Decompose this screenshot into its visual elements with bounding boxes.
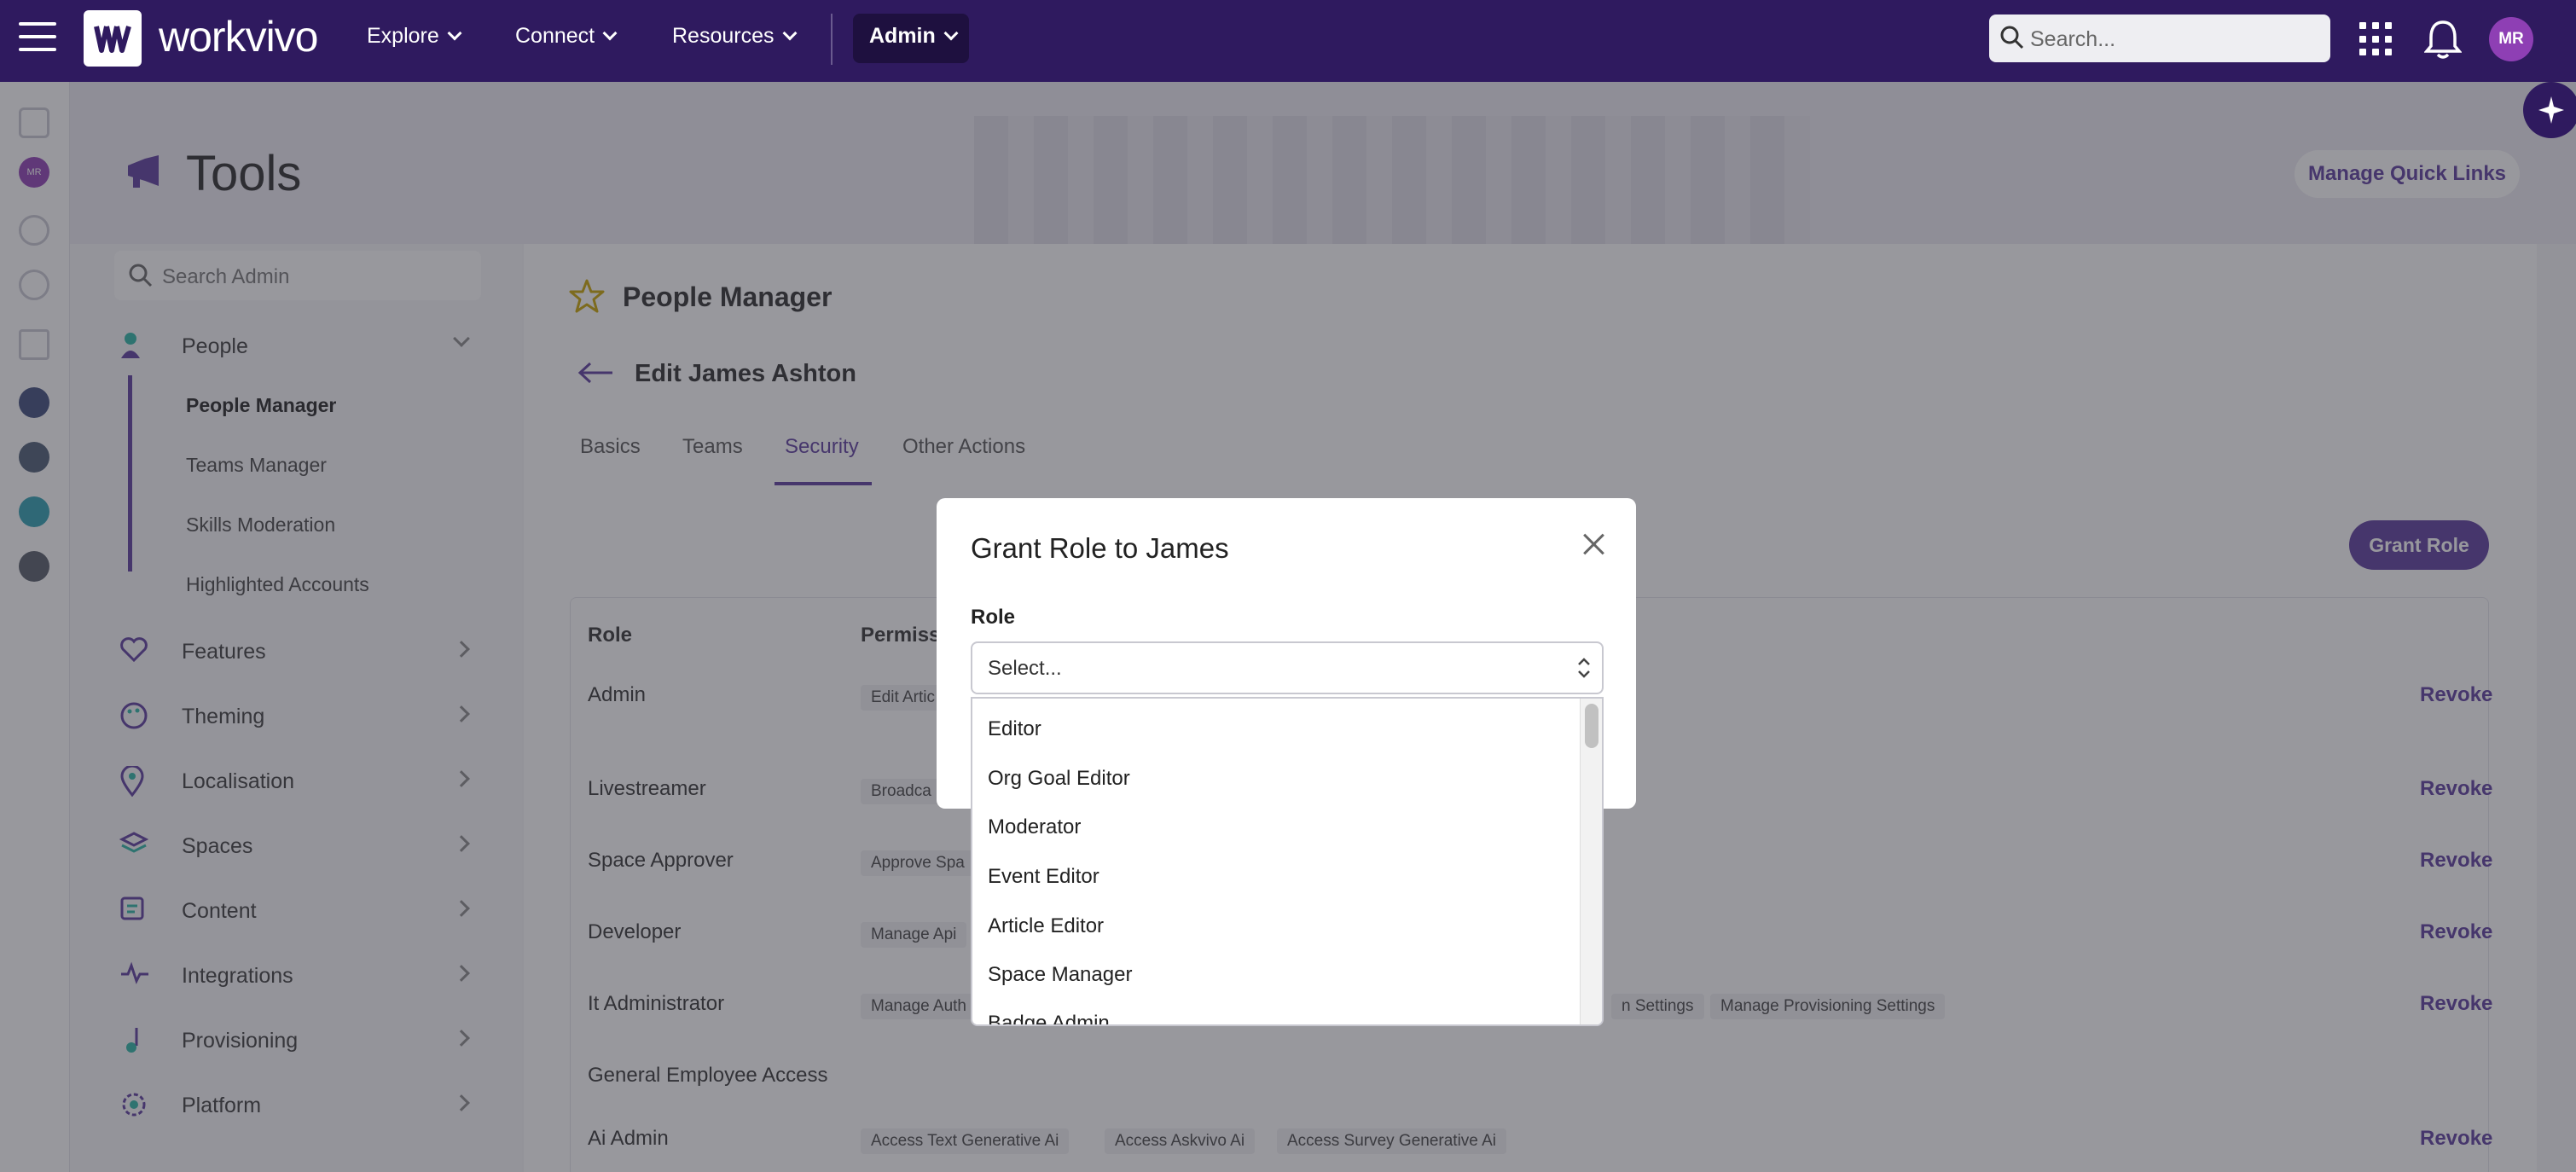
role-option[interactable]: Badge Admin: [988, 1012, 1110, 1024]
top-navbar: workvivo Explore Connect Resources Admin…: [0, 0, 2576, 82]
menu-icon[interactable]: [19, 22, 56, 56]
role-option[interactable]: Space Manager: [988, 963, 1132, 987]
apps-grid-icon[interactable]: [2359, 22, 2393, 56]
scrollbar-thumb[interactable]: [1585, 704, 1598, 748]
nav-admin-label-wrap[interactable]: Admin: [869, 24, 959, 49]
bell-icon[interactable]: [2424, 19, 2462, 60]
brand-name[interactable]: workvivo: [159, 12, 318, 61]
nav-connect-label: Connect: [515, 24, 595, 48]
role-option[interactable]: Editor: [988, 717, 1041, 741]
chevron-down-icon: [782, 26, 797, 40]
select-updown-icon: [1578, 658, 1590, 678]
role-option[interactable]: Article Editor: [988, 914, 1104, 938]
dialog-title: Grant Role to James: [971, 532, 1229, 564]
role-option[interactable]: Moderator: [988, 815, 1081, 839]
role-field-label: Role: [971, 606, 1016, 629]
ai-sparkle-icon: [2538, 96, 2564, 124]
global-search-input[interactable]: Search...: [1989, 15, 2330, 62]
nav-explore[interactable]: Explore: [367, 24, 462, 49]
nav-connect[interactable]: Connect: [515, 24, 618, 49]
workvivo-logo-icon[interactable]: [84, 10, 142, 67]
role-select-value: Select...: [988, 657, 1062, 680]
chevron-down-icon: [602, 26, 618, 40]
nav-divider: [831, 14, 833, 65]
close-icon[interactable]: [1578, 529, 1609, 560]
ai-assistant-button[interactable]: [2523, 82, 2576, 138]
nav-resources-label: Resources: [672, 24, 775, 48]
chevron-down-icon: [447, 26, 462, 40]
user-avatar[interactable]: MR: [2489, 17, 2533, 61]
role-option[interactable]: Org Goal Editor: [988, 767, 1130, 791]
role-option[interactable]: Event Editor: [988, 865, 1099, 889]
chevron-down-icon: [943, 26, 959, 40]
nav-resources[interactable]: Resources: [672, 24, 797, 49]
nav-explore-label: Explore: [367, 24, 439, 48]
role-select[interactable]: Select...: [971, 641, 1604, 694]
role-options-list: Editor Org Goal Editor Moderator Event E…: [971, 697, 1604, 1026]
search-icon: [2000, 26, 2024, 49]
nav-admin-label: Admin: [869, 24, 936, 48]
dropdown-scrollbar[interactable]: [1580, 699, 1602, 1024]
global-search-placeholder: Search...: [2030, 27, 2116, 51]
